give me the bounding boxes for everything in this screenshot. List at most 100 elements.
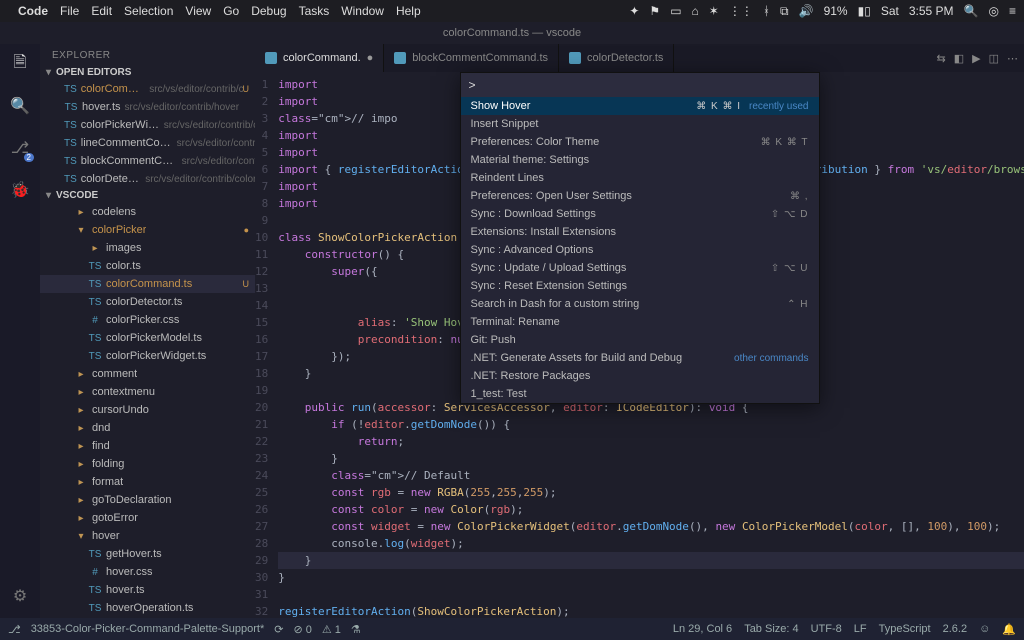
tree-folder[interactable]: ▸gotoError: [40, 509, 255, 527]
palette-item[interactable]: Preferences: Color Theme⌘ K ⌘ T: [461, 133, 819, 151]
palette-item[interactable]: Sync : Advanced Options: [461, 241, 819, 259]
tree-file[interactable]: TShoverWidgets.ts: [40, 617, 255, 618]
bell-icon[interactable]: 🔔: [1002, 623, 1016, 636]
section-vscode[interactable]: ▾VSCODE: [40, 188, 255, 203]
tree-file[interactable]: TScolorDetector.ts: [40, 293, 255, 311]
palette-item[interactable]: Git: Push: [461, 331, 819, 349]
open-editor-item[interactable]: TShover.tssrc/vs/editor/contrib/hover: [40, 98, 255, 116]
tab-size[interactable]: Tab Size: 4: [744, 623, 798, 635]
open-editor-item[interactable]: TScolorCommand.tssrc/vs/editor/contrib/c…: [40, 80, 255, 98]
branch-name[interactable]: 33853-Color-Picker-Command-Palette-Suppo…: [31, 623, 265, 635]
menu-selection[interactable]: Selection: [124, 4, 173, 18]
grid-icon[interactable]: ⋮⋮: [729, 4, 753, 18]
palette-item[interactable]: Show Hover⌘ K ⌘ Irecently used: [461, 97, 819, 115]
tree-file[interactable]: #colorPicker.css: [40, 311, 255, 329]
palette-item[interactable]: Material theme: Settings: [461, 151, 819, 169]
palette-input[interactable]: [461, 73, 819, 97]
palette-item[interactable]: Search in Dash for a custom string⌃ H: [461, 295, 819, 313]
tree-file[interactable]: TShover.ts: [40, 581, 255, 599]
tree-file[interactable]: TScolorPickerModel.ts: [40, 329, 255, 347]
menu-view[interactable]: View: [185, 4, 211, 18]
twitter-icon[interactable]: ✦: [629, 4, 639, 18]
editor-tab[interactable]: blockCommentCommand.ts: [384, 44, 559, 72]
tree-folder[interactable]: ▸images: [40, 239, 255, 257]
more-icon[interactable]: ⋯: [1007, 52, 1018, 65]
editor-tab[interactable]: colorDetector.ts: [559, 44, 674, 72]
tree-folder[interactable]: ▸contextmenu: [40, 383, 255, 401]
app-name[interactable]: Code: [18, 4, 48, 18]
tree-file[interactable]: TScolorPickerWidget.ts: [40, 347, 255, 365]
palette-item[interactable]: Reindent Lines: [461, 169, 819, 187]
menu-file[interactable]: File: [60, 4, 79, 18]
palette-item[interactable]: .NET: Restore Packages: [461, 367, 819, 385]
open-editor-item[interactable]: TSlineCommentCommand.tssrc/vs/editor/con…: [40, 134, 255, 152]
wifi-icon[interactable]: ⧉: [780, 4, 789, 19]
tree-file[interactable]: TShoverOperation.ts: [40, 599, 255, 617]
feedback-icon[interactable]: ☺: [979, 623, 990, 635]
tree-folder[interactable]: ▸find: [40, 437, 255, 455]
menu-edit[interactable]: Edit: [91, 4, 112, 18]
compare-icon[interactable]: ⇆: [937, 52, 946, 65]
volume-icon[interactable]: 🔊: [799, 4, 814, 18]
editor-tab[interactable]: colorCommand.●: [255, 44, 384, 72]
tree-file[interactable]: #hover.css: [40, 563, 255, 581]
open-changes-icon[interactable]: ◧: [954, 52, 964, 65]
language[interactable]: TypeScript: [879, 623, 931, 635]
notification-icon[interactable]: ≡: [1009, 4, 1016, 18]
menu-help[interactable]: Help: [396, 4, 421, 18]
settings-icon[interactable]: ⚙: [8, 584, 32, 608]
explorer-icon[interactable]: 🗎: [8, 52, 32, 76]
tree-file[interactable]: TSgetHover.ts: [40, 545, 255, 563]
tree-file[interactable]: TScolor.ts: [40, 257, 255, 275]
eol[interactable]: LF: [854, 623, 867, 635]
siri-icon[interactable]: ◎: [989, 4, 999, 18]
tree-folder[interactable]: ▸dnd: [40, 419, 255, 437]
tree-folder[interactable]: ▸comment: [40, 365, 255, 383]
beaker-icon[interactable]: ⚗: [351, 623, 361, 636]
palette-item[interactable]: Terminal: Rename: [461, 313, 819, 331]
tree-folder[interactable]: ▸format: [40, 473, 255, 491]
palette-item[interactable]: Sync : Download Settings⇧ ⌥ D: [461, 205, 819, 223]
ln-col[interactable]: Ln 29, Col 6: [673, 623, 732, 635]
run-icon[interactable]: ▶: [972, 52, 980, 65]
branch-icon[interactable]: ⎇: [8, 623, 21, 636]
menu-go[interactable]: Go: [223, 4, 239, 18]
flag-icon[interactable]: ⚑: [649, 4, 660, 18]
palette-item[interactable]: Preferences: Open User Settings⌘ ,: [461, 187, 819, 205]
menu-debug[interactable]: Debug: [251, 4, 286, 18]
open-editor-item[interactable]: TScolorPickerWidget.tssrc/vs/editor/cont…: [40, 116, 255, 134]
battery-icon[interactable]: ▮▯: [858, 4, 871, 18]
palette-item[interactable]: Extensions: Install Extensions: [461, 223, 819, 241]
tree-folder[interactable]: ▾colorPicker●: [40, 221, 255, 239]
sync-icon[interactable]: ⟳: [274, 623, 283, 636]
errors[interactable]: ⊘ 0: [293, 623, 311, 636]
search-icon[interactable]: 🔍: [8, 94, 32, 118]
bluetooth-icon[interactable]: ᚼ: [763, 4, 770, 18]
pin-icon[interactable]: ✶: [709, 4, 719, 18]
menu-window[interactable]: Window: [341, 4, 384, 18]
palette-item[interactable]: .NET: Generate Assets for Build and Debu…: [461, 349, 819, 367]
tool-icon[interactable]: ⌂: [692, 4, 699, 18]
palette-item[interactable]: Insert Snippet: [461, 115, 819, 133]
palette-item[interactable]: 1_test: Test: [461, 385, 819, 403]
open-editor-item[interactable]: TScolorDetector.tssrc/vs/editor/contrib/…: [40, 170, 255, 188]
spotlight-icon[interactable]: 🔍: [964, 4, 979, 18]
tree-folder[interactable]: ▸folding: [40, 455, 255, 473]
chat-icon[interactable]: ▭: [670, 4, 681, 18]
tree-folder[interactable]: ▸goToDeclaration: [40, 491, 255, 509]
encoding[interactable]: UTF-8: [811, 623, 842, 635]
ts-version[interactable]: 2.6.2: [943, 623, 967, 635]
palette-item[interactable]: Sync : Update / Upload Settings⇧ ⌥ U: [461, 259, 819, 277]
split-icon[interactable]: ◫: [989, 52, 999, 65]
section-open-editors[interactable]: ▾OPEN EDITORS: [40, 65, 255, 80]
scm-icon[interactable]: ⎇2: [8, 136, 32, 160]
tree-folder[interactable]: ▾hover: [40, 527, 255, 545]
open-editor-item[interactable]: TSblockCommentCommand.tssrc/vs/editor/co…: [40, 152, 255, 170]
tree-file[interactable]: TScolorCommand.tsU: [40, 275, 255, 293]
warnings[interactable]: ⚠ 1: [322, 623, 341, 636]
debug-icon[interactable]: 🐞: [8, 178, 32, 202]
palette-item[interactable]: Sync : Reset Extension Settings: [461, 277, 819, 295]
tree-folder[interactable]: ▸cursorUndo: [40, 401, 255, 419]
tree-folder[interactable]: ▸codelens: [40, 203, 255, 221]
menu-tasks[interactable]: Tasks: [299, 4, 330, 18]
